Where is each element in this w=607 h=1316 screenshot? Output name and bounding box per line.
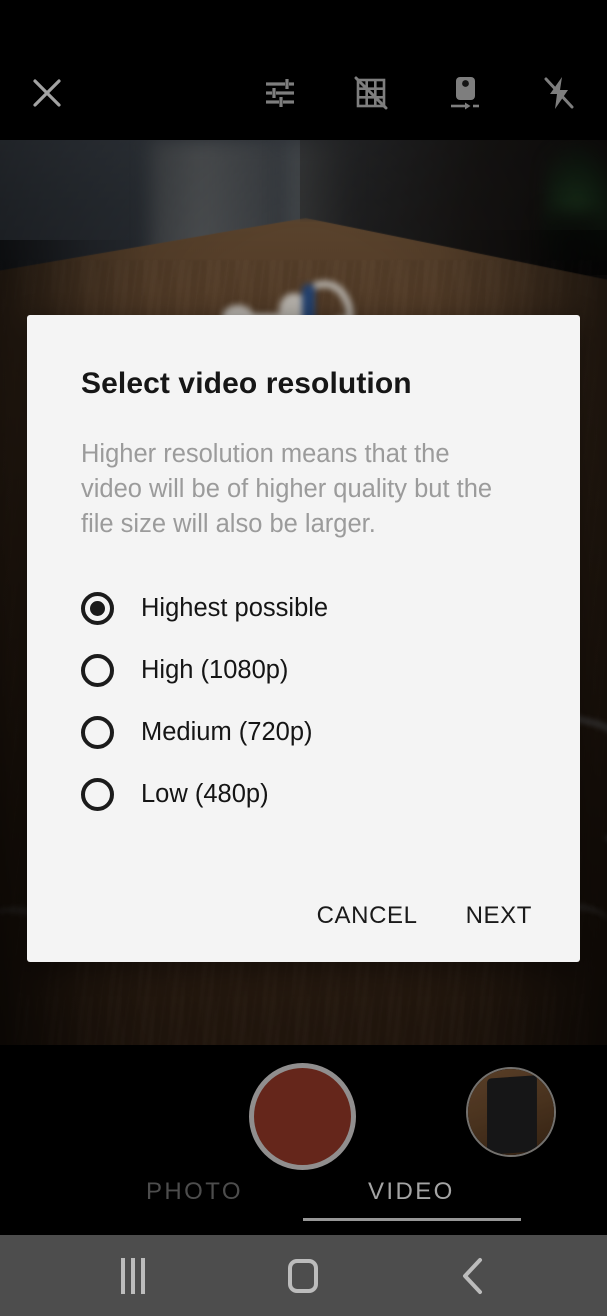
option-highest-possible[interactable]: Highest possible	[81, 577, 541, 639]
option-medium-720p[interactable]: Medium (720p)	[81, 701, 541, 763]
dialog-message: Higher resolution means that the video w…	[81, 440, 493, 538]
radio-icon[interactable]	[81, 777, 114, 811]
dialog-actions: CANCEL NEXT	[315, 896, 534, 936]
video-resolution-dialog: Select video resolution Higher resolutio…	[27, 315, 580, 962]
option-label: High (1080p)	[141, 655, 289, 684]
option-label: Low (480p)	[141, 779, 269, 808]
option-high-1080p[interactable]: High (1080p)	[81, 639, 541, 701]
cancel-button[interactable]: CANCEL	[315, 896, 420, 936]
camera-screen: Select video resolution Higher resolutio…	[0, 0, 607, 1316]
resolution-option-list: Highest possible High (1080p) Medium (72…	[81, 577, 541, 825]
dialog-title: Select video resolution	[81, 367, 412, 400]
option-low-480p[interactable]: Low (480p)	[81, 763, 541, 825]
radio-icon[interactable]	[81, 653, 114, 687]
option-label: Highest possible	[141, 593, 329, 622]
radio-icon[interactable]	[81, 715, 114, 749]
next-button[interactable]: NEXT	[464, 896, 534, 936]
option-label: Medium (720p)	[141, 717, 313, 746]
radio-icon-selected[interactable]	[81, 591, 114, 625]
